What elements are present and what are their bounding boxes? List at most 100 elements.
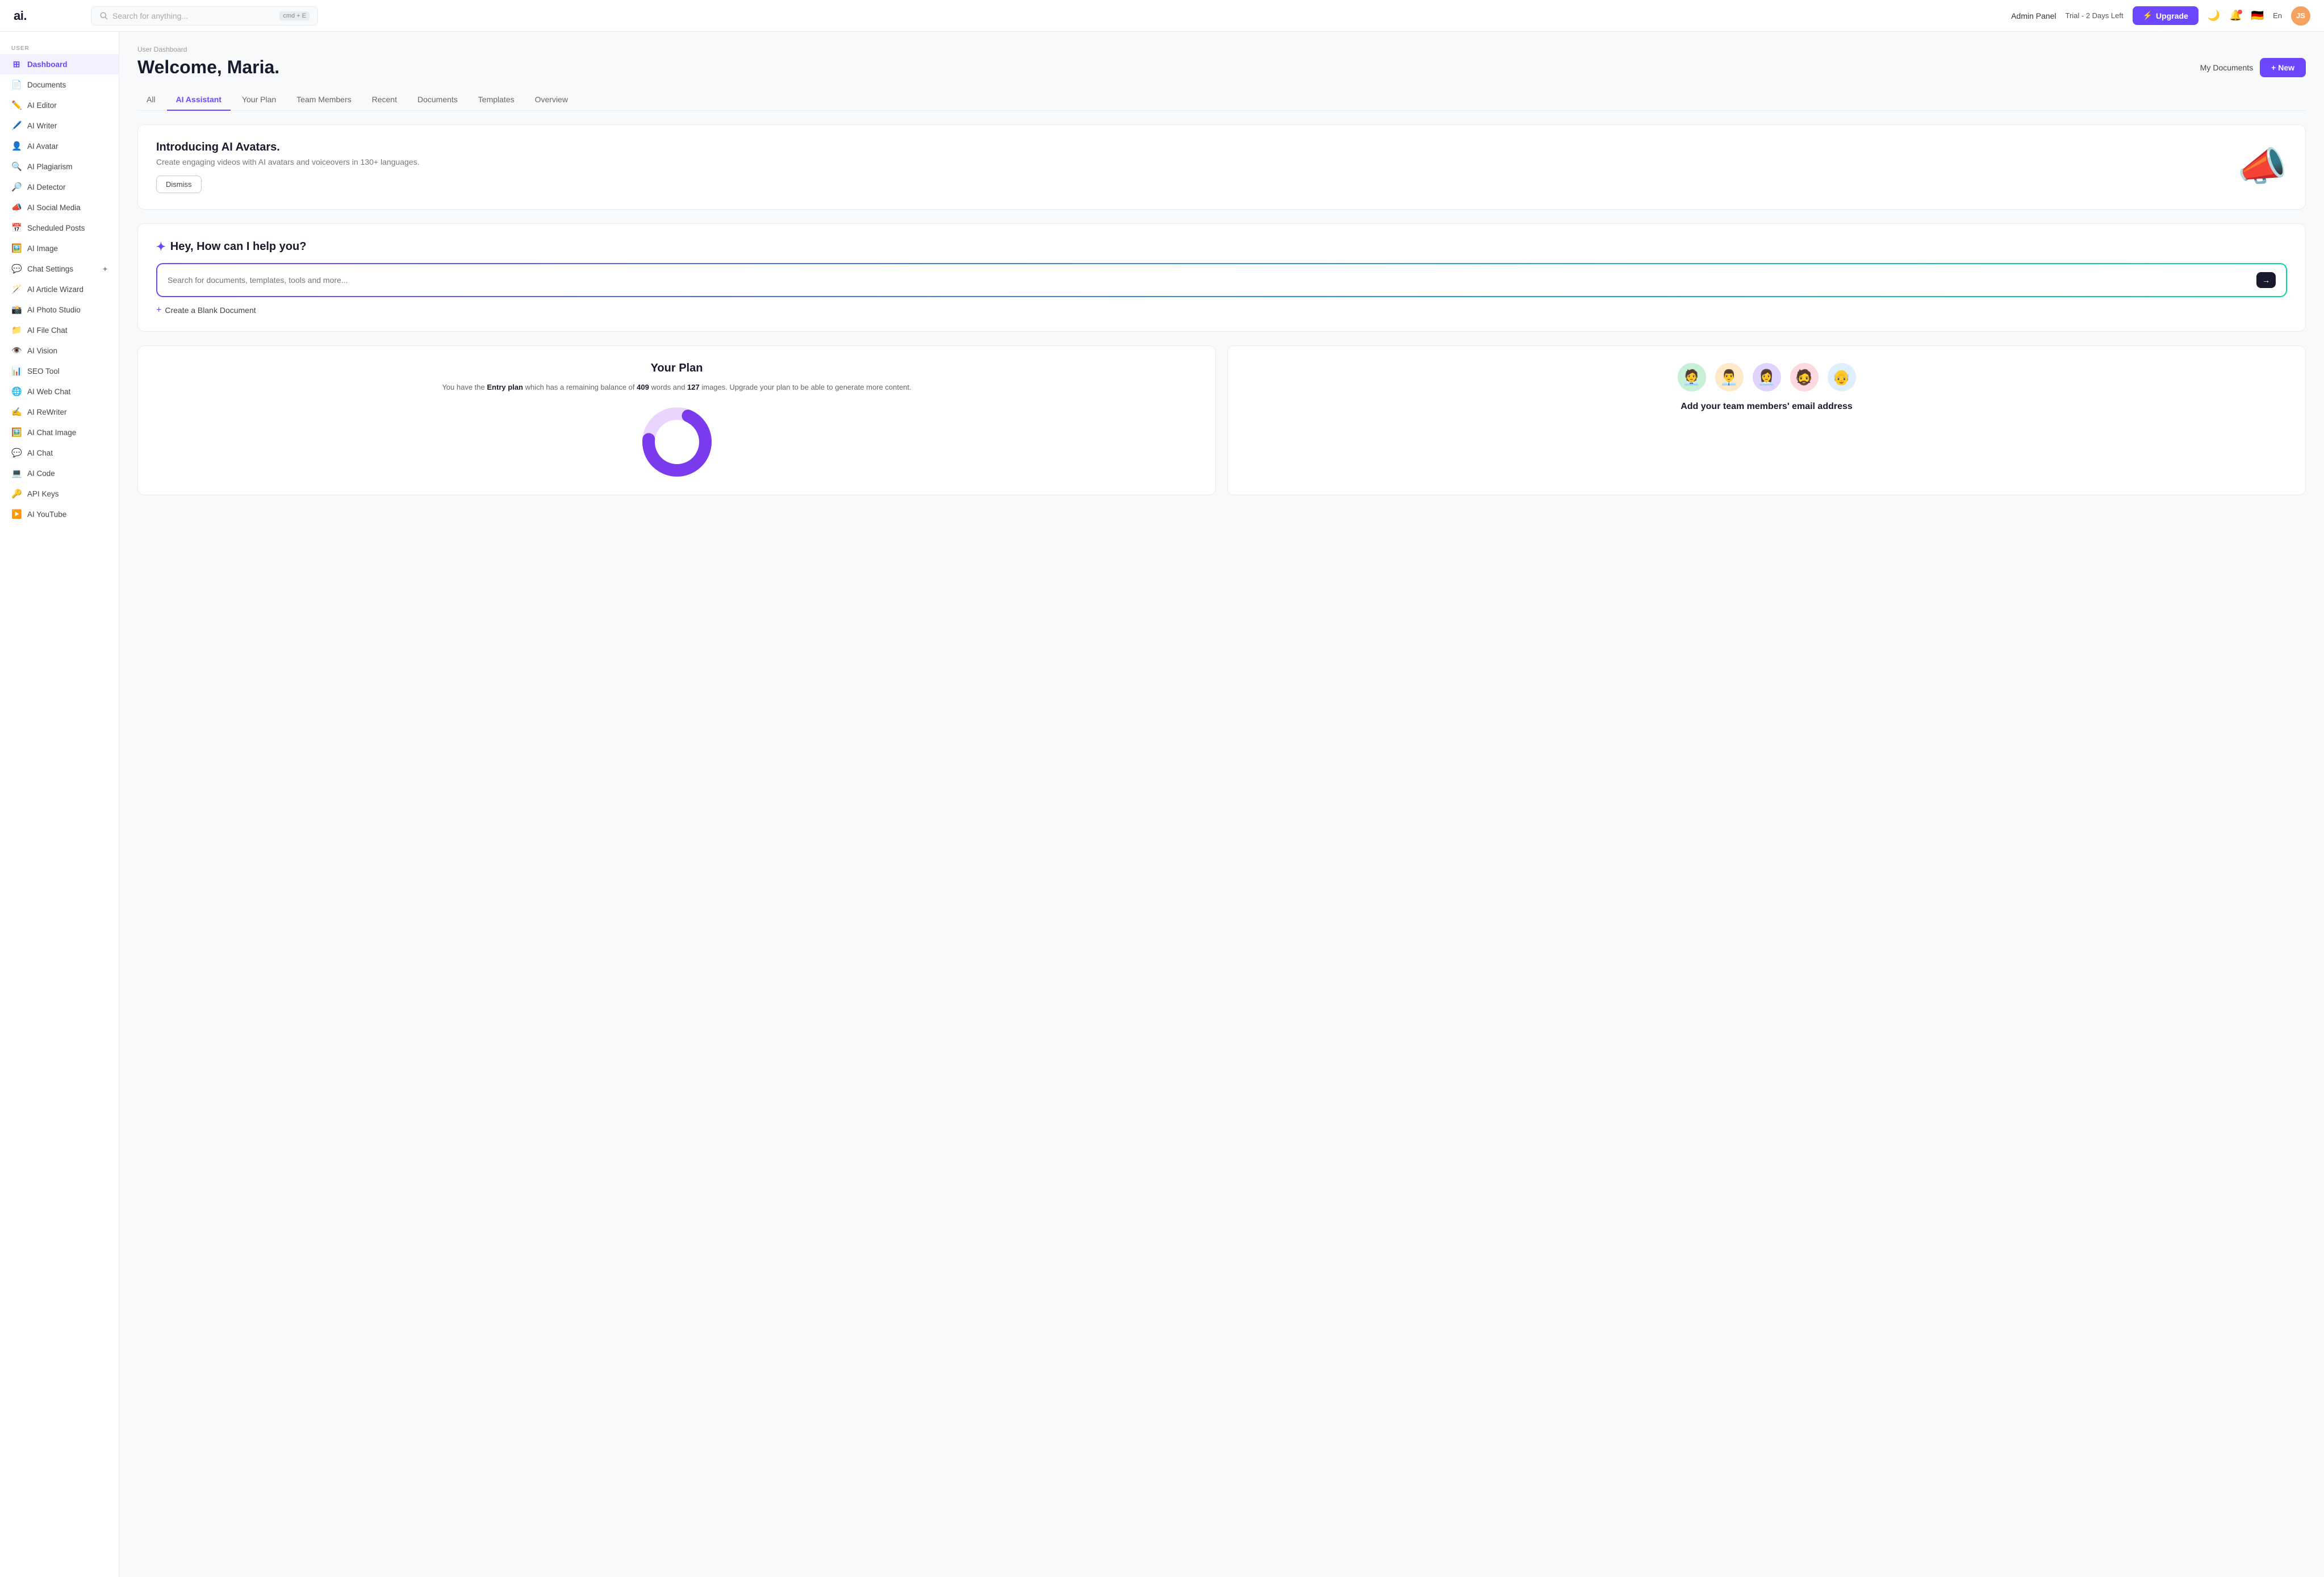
sidebar-item-ai-editor[interactable]: ✏️ AI Editor — [0, 95, 119, 115]
sidebar-item-ai-image[interactable]: 🖼️ AI Image — [0, 238, 119, 258]
sidebar-label-ai-editor: AI Editor — [27, 101, 57, 110]
plan-card: Your Plan You have the Entry plan which … — [137, 345, 1216, 495]
sidebar-icon-ai-plagiarism: 🔍 — [11, 161, 22, 172]
sidebar-label-ai-plagiarism: AI Plagiarism — [27, 162, 73, 171]
sidebar-item-ai-code[interactable]: 💻 AI Code — [0, 463, 119, 483]
sidebar-item-dashboard[interactable]: ⊞ Dashboard — [0, 54, 119, 74]
language-label[interactable]: En — [2273, 11, 2282, 20]
sidebar-icon-ai-avatar: 👤 — [11, 141, 22, 151]
sidebar-icon-dashboard: ⊞ — [11, 59, 22, 69]
sidebar-icon-ai-editor: ✏️ — [11, 100, 22, 110]
tab-overview[interactable]: Overview — [526, 89, 577, 111]
ai-search-arrow[interactable]: → — [2256, 272, 2276, 288]
sidebar-label-documents: Documents — [27, 81, 66, 89]
logo: ai. — [14, 9, 48, 23]
sidebar-section-label: USER — [0, 41, 119, 54]
ai-search-bar[interactable]: → — [156, 263, 2287, 297]
ai-help-title-text: Hey, How can I help you? — [170, 240, 307, 253]
sidebar-label-ai-social-media: AI Social Media — [27, 203, 81, 212]
sidebar-label-seo-tool: SEO Tool — [27, 367, 60, 376]
sidebar-item-ai-chat[interactable]: 💬 AI Chat — [0, 443, 119, 463]
search-bar[interactable]: Search for anything... cmd + E — [91, 6, 318, 26]
create-blank-document[interactable]: + Create a Blank Document — [156, 305, 2287, 315]
sidebar-item-ai-writer[interactable]: 🖊️ AI Writer — [0, 115, 119, 136]
plus-icon: + — [156, 305, 161, 315]
trial-badge: Trial - 2 Days Left — [2065, 11, 2123, 20]
notifications-button[interactable]: 🔔 — [2229, 10, 2242, 22]
sidebar-icon-ai-chat: 💬 — [11, 448, 22, 458]
tab-templates[interactable]: Templates — [469, 89, 524, 111]
sidebar-label-ai-vision: AI Vision — [27, 347, 57, 355]
sidebar-item-ai-detector[interactable]: 🔎 AI Detector — [0, 177, 119, 197]
topnav-right: Admin Panel Trial - 2 Days Left ⚡ Upgrad… — [2011, 6, 2310, 26]
user-avatar[interactable]: JS — [2291, 6, 2310, 26]
sidebar-plus-chat-settings[interactable]: + — [103, 265, 107, 273]
sidebar-item-chat-settings[interactable]: 💬 Chat Settings + — [0, 258, 119, 279]
search-shortcut: cmd + E — [279, 11, 310, 20]
sidebar-item-api-keys[interactable]: 🔑 API Keys — [0, 483, 119, 504]
sidebar-item-documents[interactable]: 📄 Documents — [0, 74, 119, 95]
dismiss-button[interactable]: Dismiss — [156, 176, 202, 193]
admin-panel-button[interactable]: Admin Panel — [2011, 11, 2056, 20]
team-section-title: Add your team members' email address — [1244, 402, 2289, 412]
sidebar-item-ai-chat-image[interactable]: 🖼️ AI Chat Image — [0, 422, 119, 443]
top-navigation: ai. Search for anything... cmd + E Admin… — [0, 0, 2324, 32]
sidebar-item-ai-vision[interactable]: 👁️ AI Vision — [0, 340, 119, 361]
sidebar-icon-ai-rewriter: ✍️ — [11, 407, 22, 417]
plan-description: You have the Entry plan which has a rema… — [154, 382, 1199, 394]
sidebar-icon-seo-tool: 📊 — [11, 366, 22, 376]
upgrade-icon: ⚡ — [2143, 11, 2152, 20]
sidebar-label-scheduled-posts: Scheduled Posts — [27, 224, 85, 232]
sidebar-item-ai-plagiarism[interactable]: 🔍 AI Plagiarism — [0, 156, 119, 177]
sidebar-item-ai-article-wizard[interactable]: 🪄 AI Article Wizard — [0, 279, 119, 299]
flag-icon: 🇩🇪 — [2251, 10, 2264, 22]
team-avatar: 👩‍💼 — [1752, 362, 1782, 393]
sidebar-icon-documents: 📄 — [11, 80, 22, 90]
sidebar-item-ai-photo-studio[interactable]: 📸 AI Photo Studio — [0, 299, 119, 320]
sidebar-item-ai-social-media[interactable]: 📣 AI Social Media — [0, 197, 119, 218]
ai-help-section: ✦ Hey, How can I help you? → + Create a … — [137, 223, 2306, 332]
team-avatar: 🧑‍💼 — [1677, 362, 1707, 393]
sidebar-label-ai-chat-image: AI Chat Image — [27, 428, 76, 437]
sidebar-item-seo-tool[interactable]: 📊 SEO Tool — [0, 361, 119, 381]
sidebar-label-ai-image: AI Image — [27, 244, 58, 253]
welcome-actions: My Documents + New — [2200, 58, 2306, 77]
sidebar-icon-ai-photo-studio: 📸 — [11, 304, 22, 315]
sidebar-item-scheduled-posts[interactable]: 📅 Scheduled Posts — [0, 218, 119, 238]
welcome-header: Welcome, Maria. My Documents + New — [137, 57, 2306, 78]
tab-ai-assistant[interactable]: AI Assistant — [167, 89, 231, 111]
notification-dot — [2238, 10, 2242, 14]
banner-illustration: 📣 — [2238, 144, 2287, 190]
ai-search-input[interactable] — [168, 276, 2256, 285]
sidebar-label-ai-youtube: AI YouTube — [27, 510, 66, 519]
sidebar-item-ai-avatar[interactable]: 👤 AI Avatar — [0, 136, 119, 156]
upgrade-button[interactable]: ⚡ Upgrade — [2133, 6, 2198, 25]
sidebar-label-ai-chat: AI Chat — [27, 449, 53, 457]
tab-recent[interactable]: Recent — [363, 89, 406, 111]
tab-all[interactable]: All — [137, 89, 165, 111]
team-avatar: 🧔 — [1789, 362, 1820, 393]
dark-mode-button[interactable]: 🌙 — [2208, 10, 2220, 22]
tab-documents[interactable]: Documents — [408, 89, 467, 111]
sidebar-item-ai-web-chat[interactable]: 🌐 AI Web Chat — [0, 381, 119, 402]
sidebar-label-ai-avatar: AI Avatar — [27, 142, 58, 151]
sidebar-item-ai-rewriter[interactable]: ✍️ AI ReWriter — [0, 402, 119, 422]
sparkle-icon: ✦ — [156, 240, 166, 254]
sidebar: USER ⊞ Dashboard 📄 Documents ✏️ AI Edito… — [0, 32, 119, 1577]
tab-your-plan[interactable]: Your Plan — [233, 89, 285, 111]
ai-help-title: ✦ Hey, How can I help you? — [156, 240, 2287, 254]
plan-donut-chart — [154, 405, 1199, 479]
sidebar-label-ai-code: AI Code — [27, 469, 55, 478]
banner-content: Introducing AI Avatars. Create engaging … — [156, 141, 419, 193]
sidebar-icon-chat-settings: 💬 — [11, 264, 22, 274]
new-button[interactable]: + New — [2260, 58, 2306, 77]
upgrade-label: Upgrade — [2156, 11, 2188, 20]
sidebar-label-ai-detector: AI Detector — [27, 183, 66, 191]
sidebar-item-ai-youtube[interactable]: ▶️ AI YouTube — [0, 504, 119, 524]
tab-team-members[interactable]: Team Members — [287, 89, 360, 111]
search-placeholder: Search for anything... — [112, 11, 275, 20]
sidebar-item-ai-file-chat[interactable]: 📁 AI File Chat — [0, 320, 119, 340]
my-documents-button[interactable]: My Documents — [2200, 63, 2253, 72]
sidebar-label-api-keys: API Keys — [27, 490, 59, 498]
sidebar-icon-scheduled-posts: 📅 — [11, 223, 22, 233]
